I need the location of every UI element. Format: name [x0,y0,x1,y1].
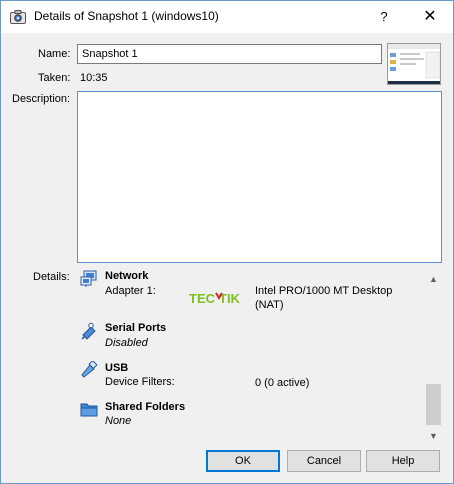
network-adapter-value-line1: Intel PRO/1000 MT Desktop [255,285,393,297]
details-scrollbar[interactable]: ▲ ▼ [425,267,442,445]
snapshot-details-dialog: Details of Snapshot 1 (windows10) ? ✕ Na… [0,0,454,484]
window-title: Details of Snapshot 1 (windows10) [34,9,219,23]
cancel-button[interactable]: Cancel [287,450,361,472]
usb-icon [81,361,98,378]
snapshot-name-input[interactable] [77,44,382,64]
serial-port-icon [81,322,96,340]
usb-title: USB [105,362,129,374]
ok-button[interactable]: OK [206,450,280,472]
scroll-up-arrow-icon[interactable]: ▲ [425,271,442,288]
scrollbar-thumb[interactable] [426,384,441,425]
title-bar[interactable]: Details of Snapshot 1 (windows10) ? ✕ [1,1,453,33]
shared-folders-title: Shared Folders [105,401,186,413]
network-adapter-key: Adapter 1: [105,285,156,297]
snapshot-camera-icon [10,10,26,24]
shared-folders-status: None [105,415,132,427]
close-button[interactable]: ✕ [407,1,453,33]
description-textarea[interactable] [77,91,442,263]
taken-label: Taken: [38,72,71,84]
usb-device-filters-value: 0 (0 active) [255,377,310,389]
taken-value: 10:35 [80,72,108,84]
thumbnail-preview-image [388,44,440,84]
usb-device-filters-key: Device Filters: [105,376,175,388]
network-adapter-value-line2: (NAT) [255,299,284,311]
watermark-text-1: TEC [189,291,216,306]
help-title-button[interactable]: ? [361,1,407,33]
name-label: Name: [38,48,71,60]
watermark-logo: TEC TIK [189,291,241,306]
network-title: Network [105,270,149,282]
details-label: Details: [33,271,70,283]
description-label: Description: [12,93,71,105]
snapshot-thumbnail[interactable] [387,43,441,85]
serial-ports-title: Serial Ports [105,322,167,334]
folder-icon [80,403,98,417]
details-panel: Network Adapter 1: TEC TIK Intel PRO/100… [77,267,442,445]
serial-ports-status: Disabled [105,337,148,349]
help-button[interactable]: Help [366,450,440,472]
network-icon [80,270,97,287]
scroll-down-arrow-icon[interactable]: ▼ [425,428,442,445]
